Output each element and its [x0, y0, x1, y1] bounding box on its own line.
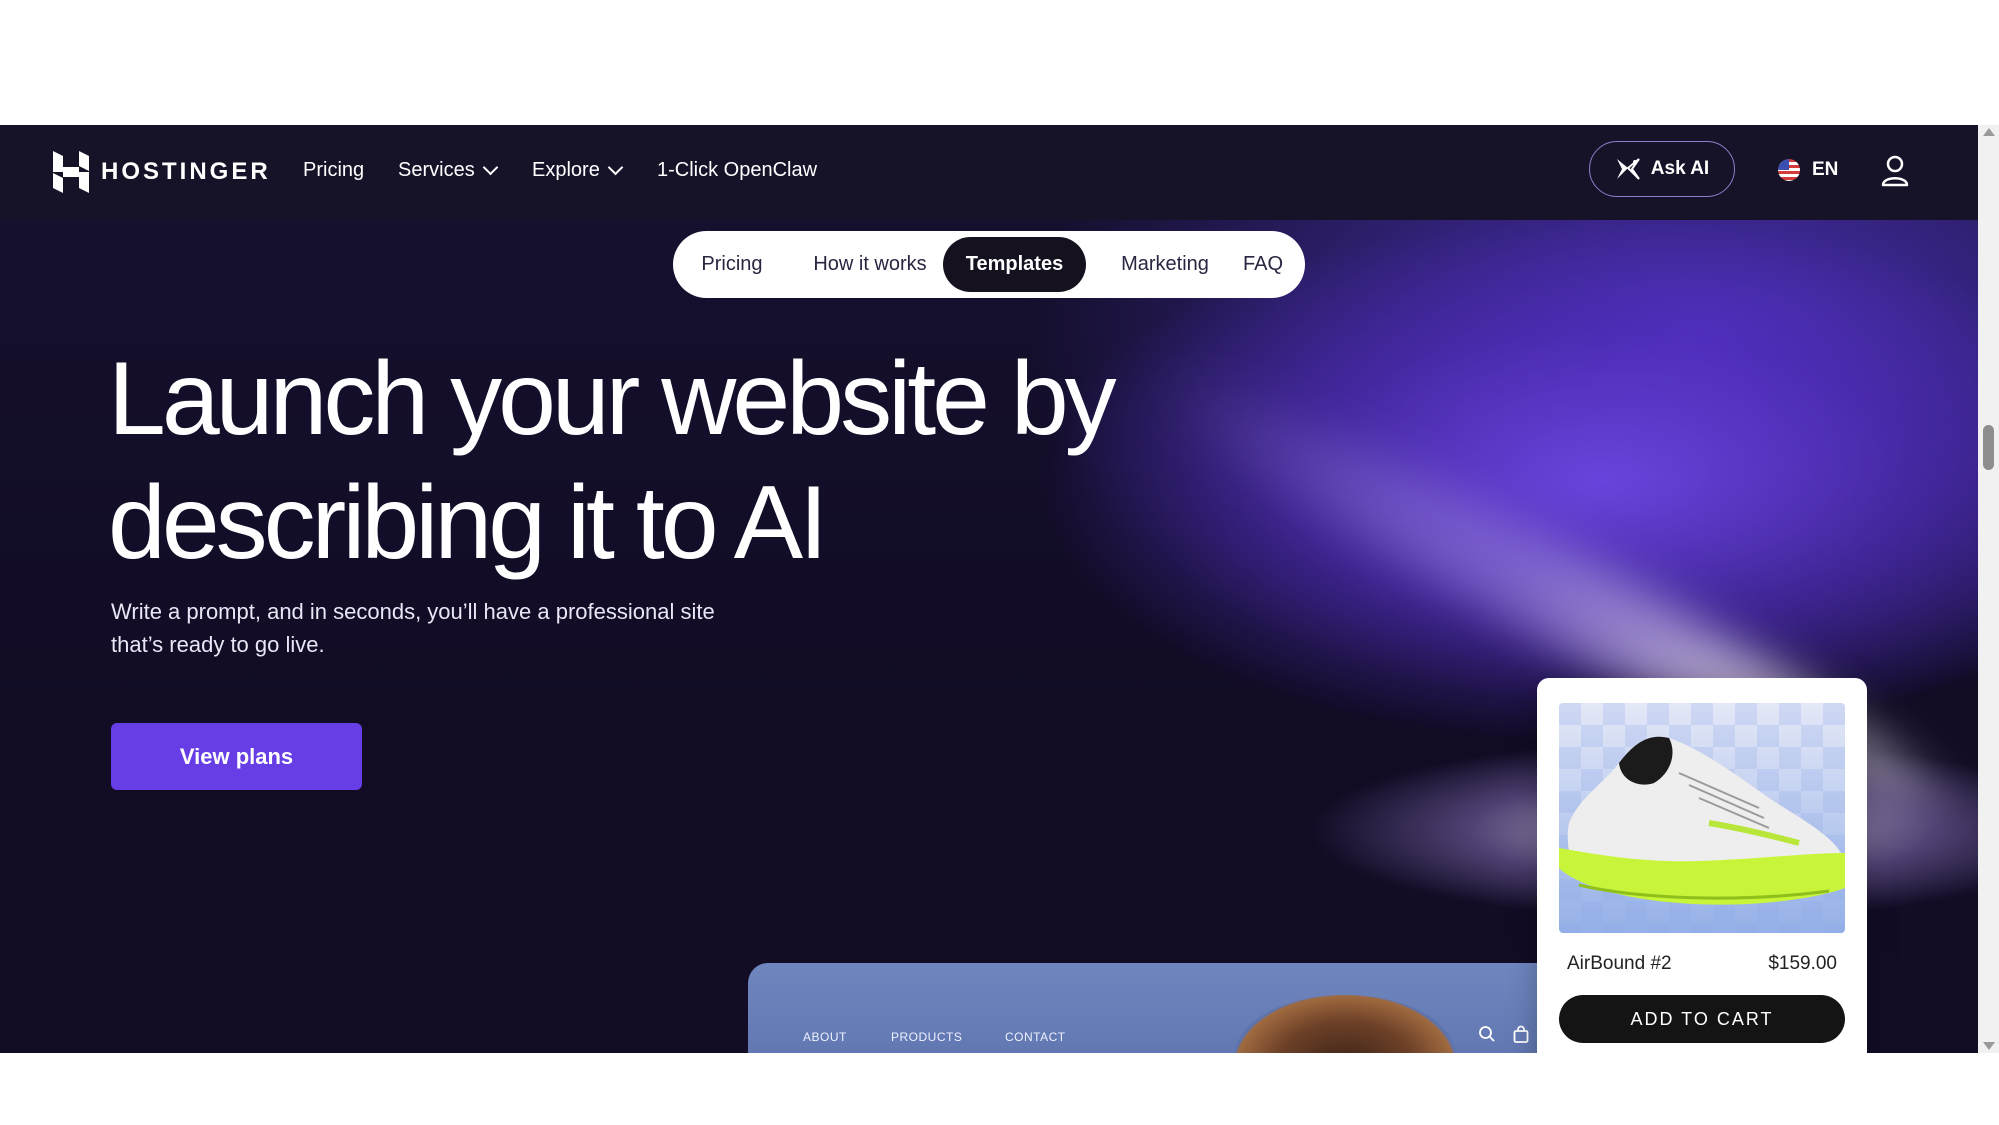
- hero-subtitle: Write a prompt, and in seconds, you’ll h…: [111, 595, 791, 661]
- ask-ai-label: Ask AI: [1650, 158, 1710, 179]
- product-card: AirBound #2 $159.00 ADD TO CART: [1537, 678, 1867, 1053]
- product-price: $159.00: [1768, 953, 1837, 974]
- tab-pricing[interactable]: Pricing: [685, 237, 779, 292]
- user-icon[interactable]: [1880, 154, 1910, 188]
- preview-nav-products: PRODUCTS: [891, 1030, 963, 1044]
- preview-nav-contact: CONTACT: [1005, 1030, 1066, 1044]
- hostinger-logo-icon: [53, 151, 89, 193]
- hero-subtitle-line-1: Write a prompt, and in seconds, you’ll h…: [111, 599, 715, 624]
- hero-subtitle-line-2: that’s ready to go live.: [111, 632, 325, 657]
- ask-ai-button[interactable]: Ask AI: [1589, 141, 1735, 197]
- template-preview: ABOUT PRODUCTS CONTACT: [748, 963, 1548, 1053]
- brand-logo[interactable]: HOSTINGER: [53, 150, 271, 194]
- preview-nav-about: ABOUT: [803, 1030, 847, 1044]
- section-tabs: Pricing How it works Templates Marketing…: [673, 231, 1305, 298]
- language-selector[interactable]: EN: [1778, 155, 1838, 185]
- browser-viewport: HOSTINGER Pricing Services Explore 1-Cli…: [0, 125, 1978, 1053]
- nav-explore-label: Explore: [532, 159, 600, 181]
- top-navigation: HOSTINGER Pricing Services Explore 1-Cli…: [0, 125, 1978, 220]
- nav-openclaw[interactable]: 1-Click OpenClaw: [657, 155, 817, 185]
- scroll-down-arrow-icon[interactable]: [1983, 1042, 1995, 1050]
- product-name: AirBound #2: [1567, 953, 1672, 974]
- nav-pricing-label: Pricing: [303, 159, 365, 181]
- chevron-down-icon: [482, 159, 498, 175]
- sparkle-icon: [1616, 158, 1640, 180]
- tab-how-it-works[interactable]: How it works: [785, 237, 955, 292]
- view-plans-button[interactable]: View plans: [111, 723, 362, 790]
- scroll-up-arrow-icon[interactable]: [1983, 128, 1995, 136]
- scrollbar-thumb[interactable]: [1983, 425, 1994, 470]
- hero-title: Launch your website by describing it to …: [108, 337, 1308, 585]
- nav-pricing[interactable]: Pricing: [303, 155, 364, 185]
- nav-explore[interactable]: Explore: [532, 155, 624, 185]
- tab-marketing[interactable]: Marketing: [1095, 237, 1235, 292]
- nav-openclaw-label: 1-Click OpenClaw: [657, 159, 818, 181]
- chevron-down-icon: [607, 159, 624, 175]
- product-image: [1559, 703, 1845, 933]
- add-to-cart-button[interactable]: ADD TO CART: [1559, 995, 1845, 1043]
- vertical-scrollbar[interactable]: [1978, 125, 1999, 1053]
- brand-name: HOSTINGER: [101, 158, 271, 185]
- hero-title-line-2: describing it to AI: [108, 465, 828, 581]
- search-icon: [1479, 1026, 1495, 1042]
- shopping-bag-icon: [1513, 1025, 1529, 1043]
- hero-title-line-1: Launch your website by: [108, 341, 1117, 457]
- sneaker-image: [1559, 736, 1845, 905]
- nav-services[interactable]: Services: [398, 155, 498, 185]
- preview-model-image: [1235, 995, 1455, 1053]
- nav-services-label: Services: [398, 159, 475, 181]
- language-label: EN: [1812, 159, 1839, 180]
- us-flag-icon: [1778, 159, 1800, 181]
- tab-faq[interactable]: FAQ: [1233, 237, 1293, 292]
- tab-templates[interactable]: Templates: [943, 237, 1086, 292]
